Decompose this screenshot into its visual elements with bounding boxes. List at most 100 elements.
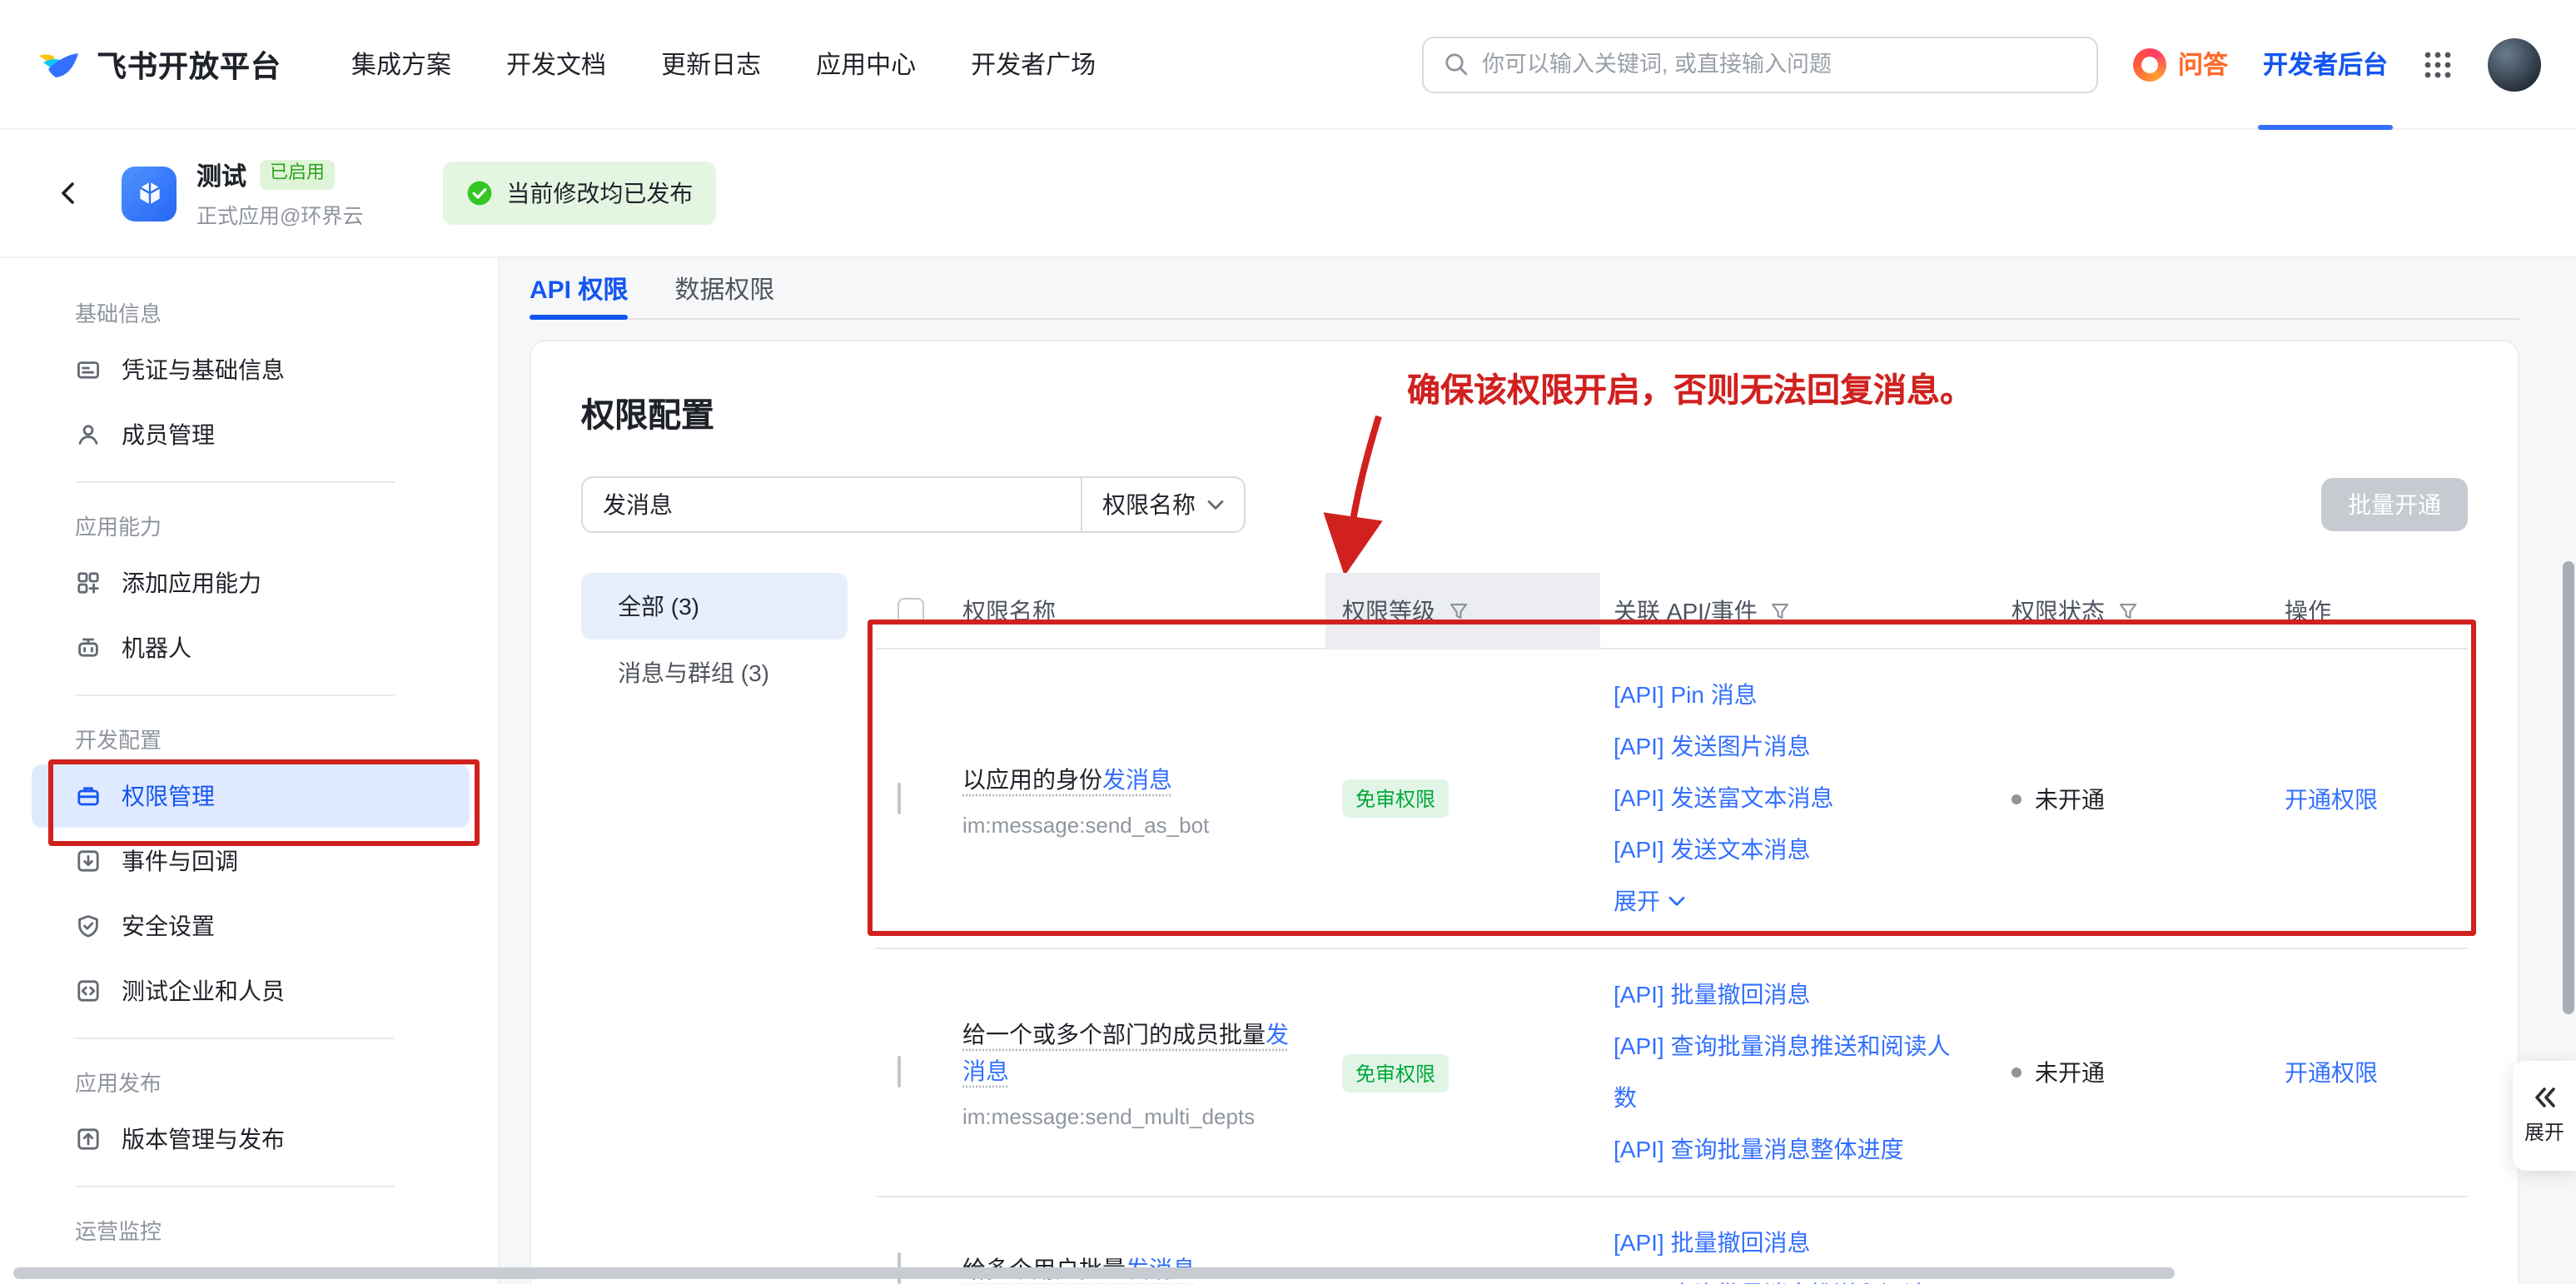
search-icon — [1444, 52, 1469, 77]
col-api: 关联 API/事件 — [1614, 595, 1758, 628]
publish-banner-text: 当前修改均已发布 — [506, 177, 693, 210]
members-icon — [75, 421, 102, 448]
filter-icon[interactable] — [2118, 601, 2138, 621]
qa-label: 问答 — [2178, 47, 2228, 82]
chevron-down-icon — [1207, 499, 1224, 510]
sidebar-item-test-org[interactable]: 测试企业和人员 — [32, 959, 470, 1023]
api-link[interactable]: [API] 发送图片消息 — [1614, 721, 1952, 773]
app-name: 测试 — [196, 157, 246, 192]
tab-data-permission[interactable]: 数据权限 — [674, 257, 774, 319]
api-link[interactable]: [API] 发送富文本消息 — [1614, 773, 1952, 824]
tab-label: API 权限 — [530, 271, 628, 306]
permission-search-input[interactable] — [583, 478, 1081, 531]
filter-icon[interactable] — [1449, 601, 1469, 621]
nav-right-cluster: 问答 开发者后台 — [1422, 0, 2541, 129]
toolbar: 权限名称 批量开通 — [581, 476, 2468, 533]
api-link[interactable]: [API] Pin 消息 — [1614, 669, 1952, 721]
qa-ring-icon — [2133, 47, 2166, 81]
horizontal-scrollbar[interactable] — [13, 1267, 2175, 1279]
sidebar-item-label: 安全设置 — [122, 909, 215, 943]
row-checkbox[interactable] — [898, 782, 901, 814]
qa-link[interactable]: 问答 — [2133, 47, 2228, 82]
permission-code: im:message:send_as_bot — [962, 812, 1292, 837]
permission-name[interactable]: 以应用的身份发消息 — [962, 760, 1292, 797]
sidebar-item-credentials[interactable]: 凭证与基础信息 — [32, 338, 470, 401]
api-link[interactable]: [API] 查询批量消息推送和阅读人数 — [1614, 1021, 1952, 1124]
card-title: 权限配置 — [581, 388, 2468, 436]
api-link[interactable]: [API] 查询批量消息整体进度 — [1614, 1124, 1952, 1176]
vertical-scrollbar[interactable] — [2563, 561, 2574, 1014]
category-message-group[interactable]: 消息与群组 (3) — [581, 640, 848, 706]
global-search[interactable] — [1422, 36, 2098, 92]
expand-apis-link[interactable]: 展开 — [1614, 876, 1952, 928]
sidebar-item-version-release[interactable]: 版本管理与发布 — [32, 1107, 470, 1171]
name-match-highlight: 发消息 — [1102, 765, 1172, 792]
apps-grid-icon[interactable] — [2423, 49, 2453, 79]
sidebar-item-robot[interactable]: 机器人 — [32, 616, 470, 679]
sidebar-section-monitoring: 运营监控 — [32, 1202, 470, 1256]
sidebar-item-label: 版本管理与发布 — [122, 1122, 285, 1156]
permission-icon — [75, 783, 102, 809]
brand[interactable]: 飞书开放平台 — [35, 41, 281, 87]
expand-label: 展开 — [1614, 876, 1660, 928]
tab-api-permission[interactable]: API 权限 — [530, 257, 628, 319]
shield-icon — [75, 913, 102, 939]
nav-item-app-center[interactable]: 应用中心 — [816, 47, 916, 82]
sidebar-item-events[interactable]: 事件与回调 — [32, 829, 470, 893]
table-row-send-multi-depts: 给一个或多个部门的成员批量发消息 im:message:send_multi_d… — [876, 949, 2468, 1197]
nav-item-integration[interactable]: 集成方案 — [351, 47, 451, 82]
side-panel-expand-button[interactable]: 展开 — [2513, 1061, 2576, 1171]
sidebar-item-label: 事件与回调 — [122, 844, 238, 878]
nav-item-changelog[interactable]: 更新日志 — [661, 47, 761, 82]
sidebar-item-label: 权限管理 — [122, 779, 215, 813]
filter-type-select[interactable]: 权限名称 — [1081, 478, 1244, 531]
developer-console-tab[interactable]: 开发者后台 — [2263, 0, 2388, 129]
search-input[interactable] — [1482, 52, 2076, 77]
sidebar-item-members[interactable]: 成员管理 — [32, 403, 470, 466]
filter-type-value: 权限名称 — [1102, 488, 1196, 521]
brand-name: 飞书开放平台 — [97, 42, 281, 86]
open-permission-link[interactable]: 开通权限 — [2258, 782, 2468, 815]
top-navigation: 飞书开放平台 集成方案 开发文档 更新日志 应用中心 开发者广场 问答 开发者后… — [0, 0, 2576, 130]
status-text: 未开通 — [2035, 782, 2105, 815]
open-permission-link[interactable]: 开通权限 — [2258, 1056, 2468, 1089]
header-checkbox[interactable] — [898, 598, 924, 625]
sidebar-divider — [75, 1186, 395, 1187]
sidebar-section-release: 应用发布 — [32, 1054, 470, 1107]
row-checkbox[interactable] — [898, 1056, 901, 1087]
api-link[interactable]: [API] 发送文本消息 — [1614, 824, 1952, 876]
check-circle-icon — [466, 180, 493, 207]
sidebar-item-label: 测试企业和人员 — [122, 974, 285, 1008]
permission-code: im:message:send_multi_depts — [962, 1104, 1292, 1129]
app-icon — [122, 166, 177, 221]
category-all[interactable]: 全部 (3) — [581, 573, 848, 640]
feishu-logo-icon — [35, 41, 82, 87]
publish-status-banner: 当前修改均已发布 — [443, 162, 716, 225]
level-badge: 免审权限 — [1342, 1053, 1449, 1092]
sidebar-item-add-capability[interactable]: 添加应用能力 — [32, 551, 470, 615]
code-icon — [75, 978, 102, 1004]
status-dot — [2012, 794, 2022, 804]
nav-item-dev-plaza[interactable]: 开发者广场 — [971, 47, 1096, 82]
col-status: 权限状态 — [2012, 595, 2105, 628]
sidebar-item-security[interactable]: 安全设置 — [32, 894, 470, 958]
main-area: 基础信息 凭证与基础信息 成员管理 应用能力 添加应用能力 — [0, 258, 2576, 1284]
filter-icon[interactable] — [1771, 601, 1791, 621]
add-capability-icon — [75, 570, 102, 596]
user-avatar[interactable] — [2488, 37, 2541, 91]
double-chevron-left-icon — [2531, 1086, 2558, 1109]
permission-search-group: 权限名称 — [581, 476, 1246, 533]
nav-item-docs[interactable]: 开发文档 — [506, 47, 606, 82]
sidebar-item-permission[interactable]: 权限管理 — [32, 764, 470, 828]
api-link[interactable]: [API] 批量撤回消息 — [1614, 1217, 1952, 1269]
primary-menu: 集成方案 开发文档 更新日志 应用中心 开发者广场 — [351, 47, 1096, 82]
content-area: API 权限 数据权限 权限配置 权限名称 批量开通 — [500, 258, 2576, 1284]
sidebar: 基础信息 凭证与基础信息 成员管理 应用能力 添加应用能力 — [0, 258, 500, 1284]
name-text: 以应用的身份 — [962, 765, 1102, 792]
permission-name[interactable]: 给一个或多个部门的成员批量发消息 — [962, 1016, 1292, 1089]
batch-approve-button[interactable]: 批量开通 — [2321, 478, 2468, 531]
api-link[interactable]: [API] 批量撤回消息 — [1614, 969, 1952, 1021]
sidebar-section-basic-info: 基础信息 — [32, 285, 470, 338]
permission-table: 权限名称 权限等级 关联 API/事件 权限状态 — [876, 573, 2468, 1284]
back-button[interactable] — [45, 170, 92, 216]
